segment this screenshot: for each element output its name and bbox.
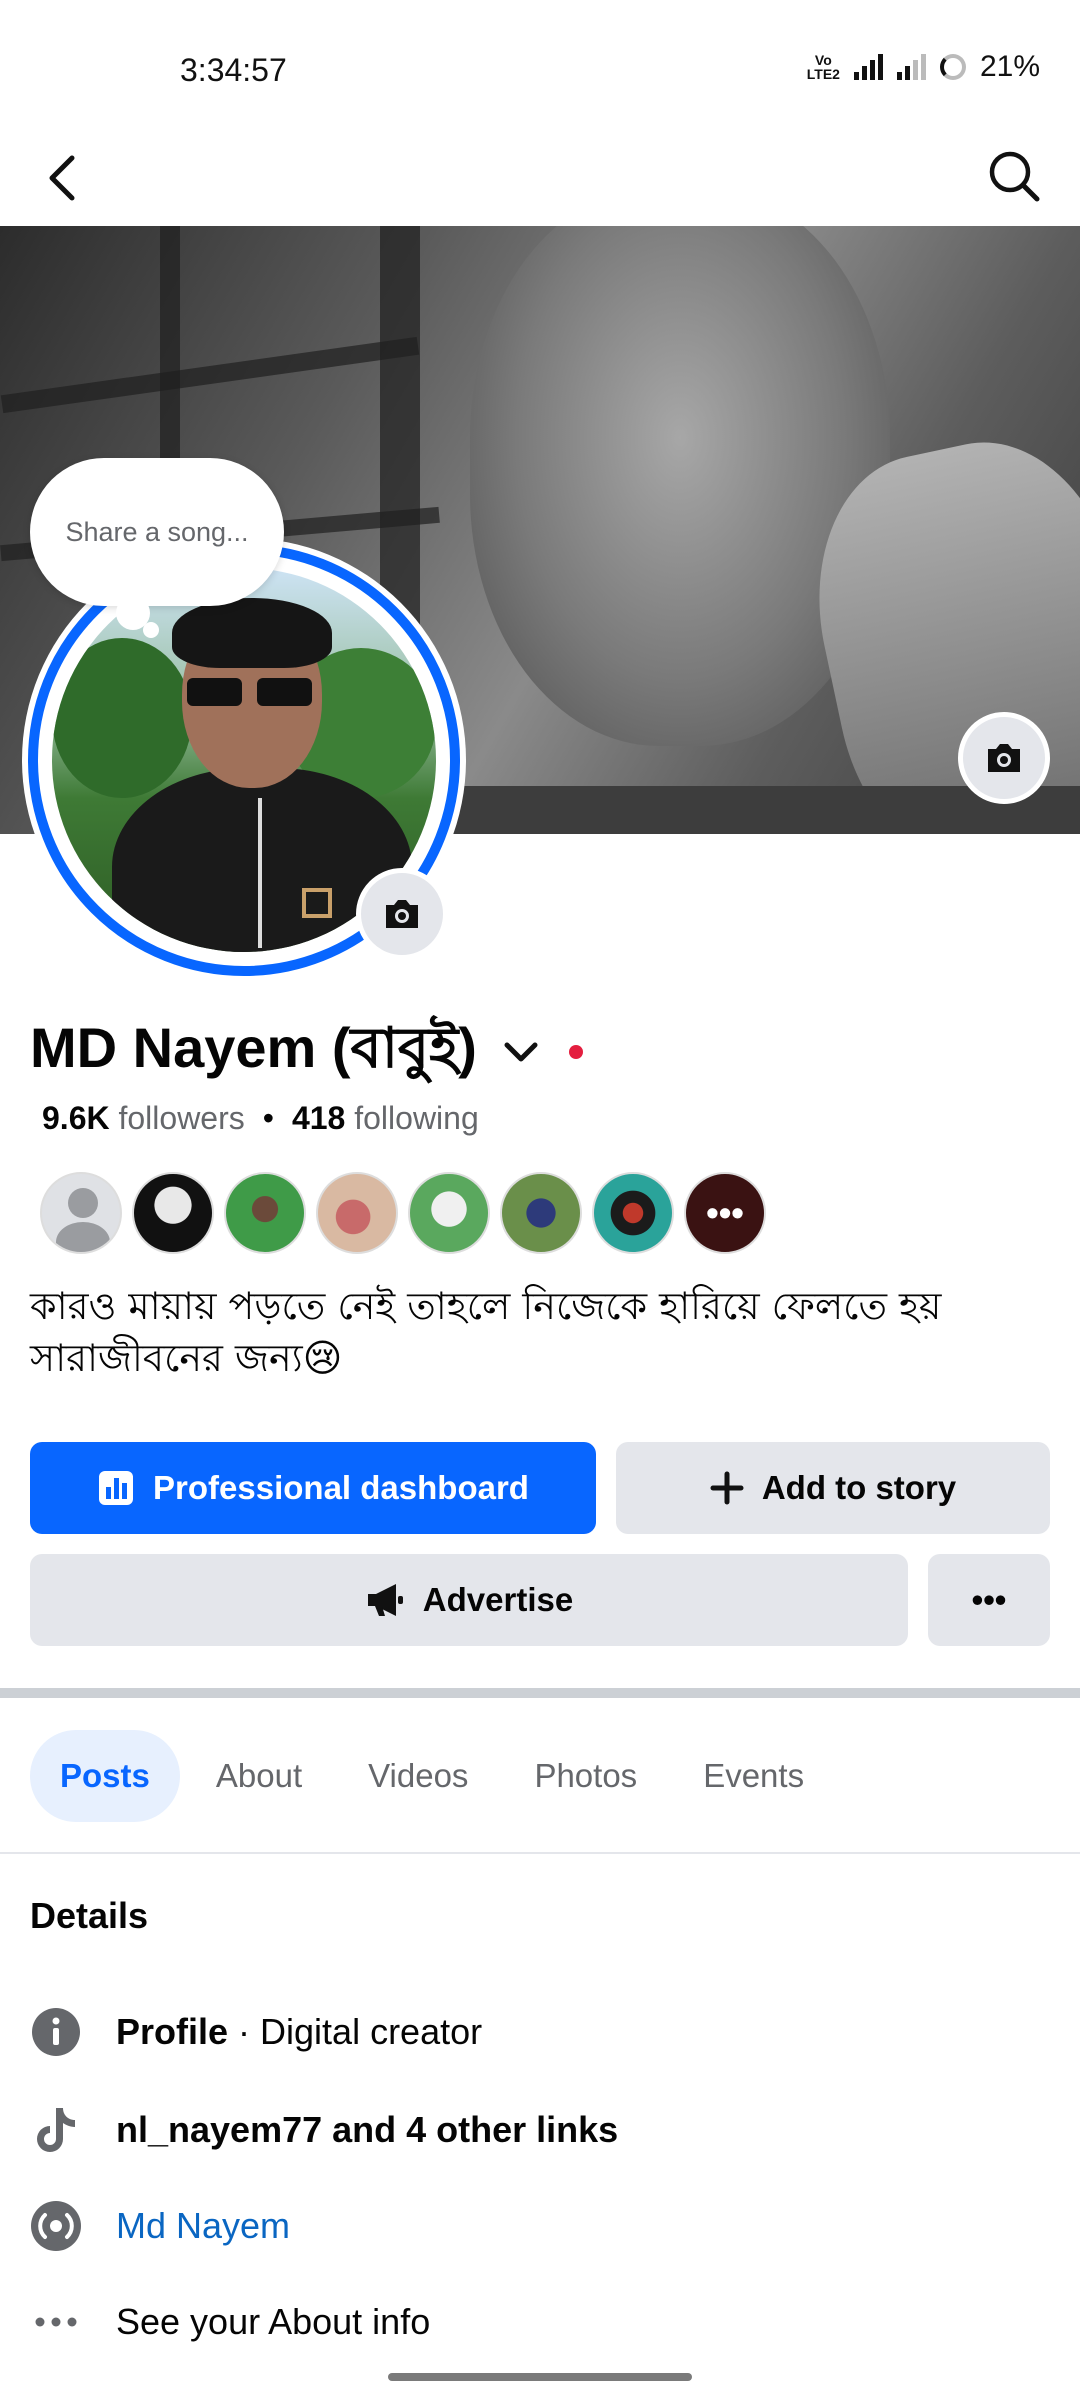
followers-label: followers — [118, 1100, 245, 1136]
see-about-row[interactable]: See your About info — [30, 2296, 430, 2348]
home-indicator[interactable] — [388, 2373, 692, 2381]
professional-dashboard-button[interactable]: Professional dashboard — [30, 1442, 596, 1534]
status-bar: 3:34:57 Vo LTE2 21% — [0, 0, 1080, 130]
profile-bio: কারও মায়ায় পড়তে নেই তাহলে নিজেকে হারি… — [30, 1284, 942, 1380]
detail-links-row[interactable]: nl_nayem77 and 4 other links — [30, 2104, 618, 2156]
following-label: following — [354, 1100, 479, 1136]
detail-profile-label: Profile — [116, 2011, 229, 2052]
note-bubble[interactable]: Share a song... — [30, 458, 284, 606]
volte-icon: Vo LTE2 — [806, 52, 840, 82]
top-nav-bar — [0, 130, 1080, 226]
follower-avatar[interactable] — [40, 1172, 122, 1254]
notification-dot — [568, 1045, 583, 1059]
battery-percent: 21% — [979, 50, 1040, 83]
tab-about[interactable]: About — [186, 1730, 332, 1822]
following-count: 418 — [291, 1100, 346, 1136]
dashboard-icon — [99, 1471, 134, 1505]
section-divider — [0, 1688, 1080, 1698]
professional-dashboard-label: Professional dashboard — [153, 1469, 529, 1506]
detail-page-link[interactable]: Md Nayem — [116, 2205, 290, 2247]
more-dots-icon — [30, 2296, 82, 2348]
follow-stats: 9.6K followers • 418 following — [42, 1100, 479, 1137]
note-bubble-tail-small — [143, 622, 159, 638]
followers-link[interactable]: 9.6K followers — [42, 1100, 245, 1137]
follower-avatar[interactable] — [316, 1172, 398, 1254]
details-heading: Details — [30, 1895, 149, 1936]
edit-profile-picture-camera-icon[interactable] — [356, 868, 448, 960]
edit-cover-camera-icon[interactable] — [958, 712, 1050, 804]
tab-photos[interactable]: Photos — [504, 1730, 667, 1822]
note-bubble-text: Share a song... — [65, 516, 249, 547]
signal-sim2-icon — [896, 54, 926, 80]
follower-avatar[interactable] — [132, 1172, 214, 1254]
info-icon — [30, 2006, 82, 2058]
search-icon[interactable] — [984, 146, 1044, 206]
stats-separator: • — [262, 1100, 274, 1136]
follower-avatar[interactable] — [592, 1172, 674, 1254]
more-options-icon: ••• — [971, 1581, 1007, 1618]
advertise-button[interactable]: Advertise — [30, 1554, 908, 1646]
following-link[interactable]: 418 following — [292, 1100, 479, 1137]
see-about-text: See your About info — [116, 2301, 431, 2342]
follower-avatars: ••• — [40, 1172, 766, 1254]
more-followers-button[interactable]: ••• — [684, 1172, 766, 1254]
plus-icon — [710, 1471, 744, 1505]
back-arrow-icon[interactable] — [40, 148, 88, 208]
follower-avatar[interactable] — [408, 1172, 490, 1254]
battery-icon — [939, 54, 966, 80]
status-icons: Vo LTE2 21% — [807, 50, 1040, 84]
detail-links-text: nl_nayem77 and 4 other links — [116, 2109, 619, 2150]
tabs-divider — [0, 1852, 1080, 1854]
tab-videos[interactable]: Videos — [338, 1730, 498, 1822]
chevron-down-icon[interactable] — [499, 1030, 543, 1074]
signal-4g-icon — [853, 54, 883, 80]
status-time: 3:34:57 — [180, 52, 287, 88]
profile-name: MD Nayem (বাবুই) — [30, 1016, 477, 1079]
follower-avatar[interactable] — [224, 1172, 306, 1254]
follower-avatar[interactable] — [500, 1172, 582, 1254]
tab-events[interactable]: Events — [673, 1730, 834, 1822]
followers-count: 9.6K — [42, 1100, 110, 1136]
broadcast-icon — [30, 2200, 82, 2252]
profile-name-row: MD Nayem (বাবুই) — [30, 1005, 583, 1099]
tab-posts[interactable]: Posts — [30, 1730, 180, 1822]
detail-page-row[interactable]: Md Nayem — [30, 2200, 290, 2252]
megaphone-icon — [367, 1584, 403, 1616]
advertise-label: Advertise — [422, 1581, 574, 1618]
detail-profile-type: · Digital creator — [228, 2011, 483, 2052]
more-options-button[interactable]: ••• — [928, 1554, 1050, 1646]
add-to-story-label: Add to story — [761, 1469, 957, 1506]
detail-profile-row[interactable]: Profile · Digital creator — [30, 2006, 482, 2058]
tiktok-icon — [30, 2104, 82, 2156]
add-to-story-button[interactable]: Add to story — [616, 1442, 1050, 1534]
profile-tabs: Posts About Videos Photos Events — [30, 1730, 834, 1822]
